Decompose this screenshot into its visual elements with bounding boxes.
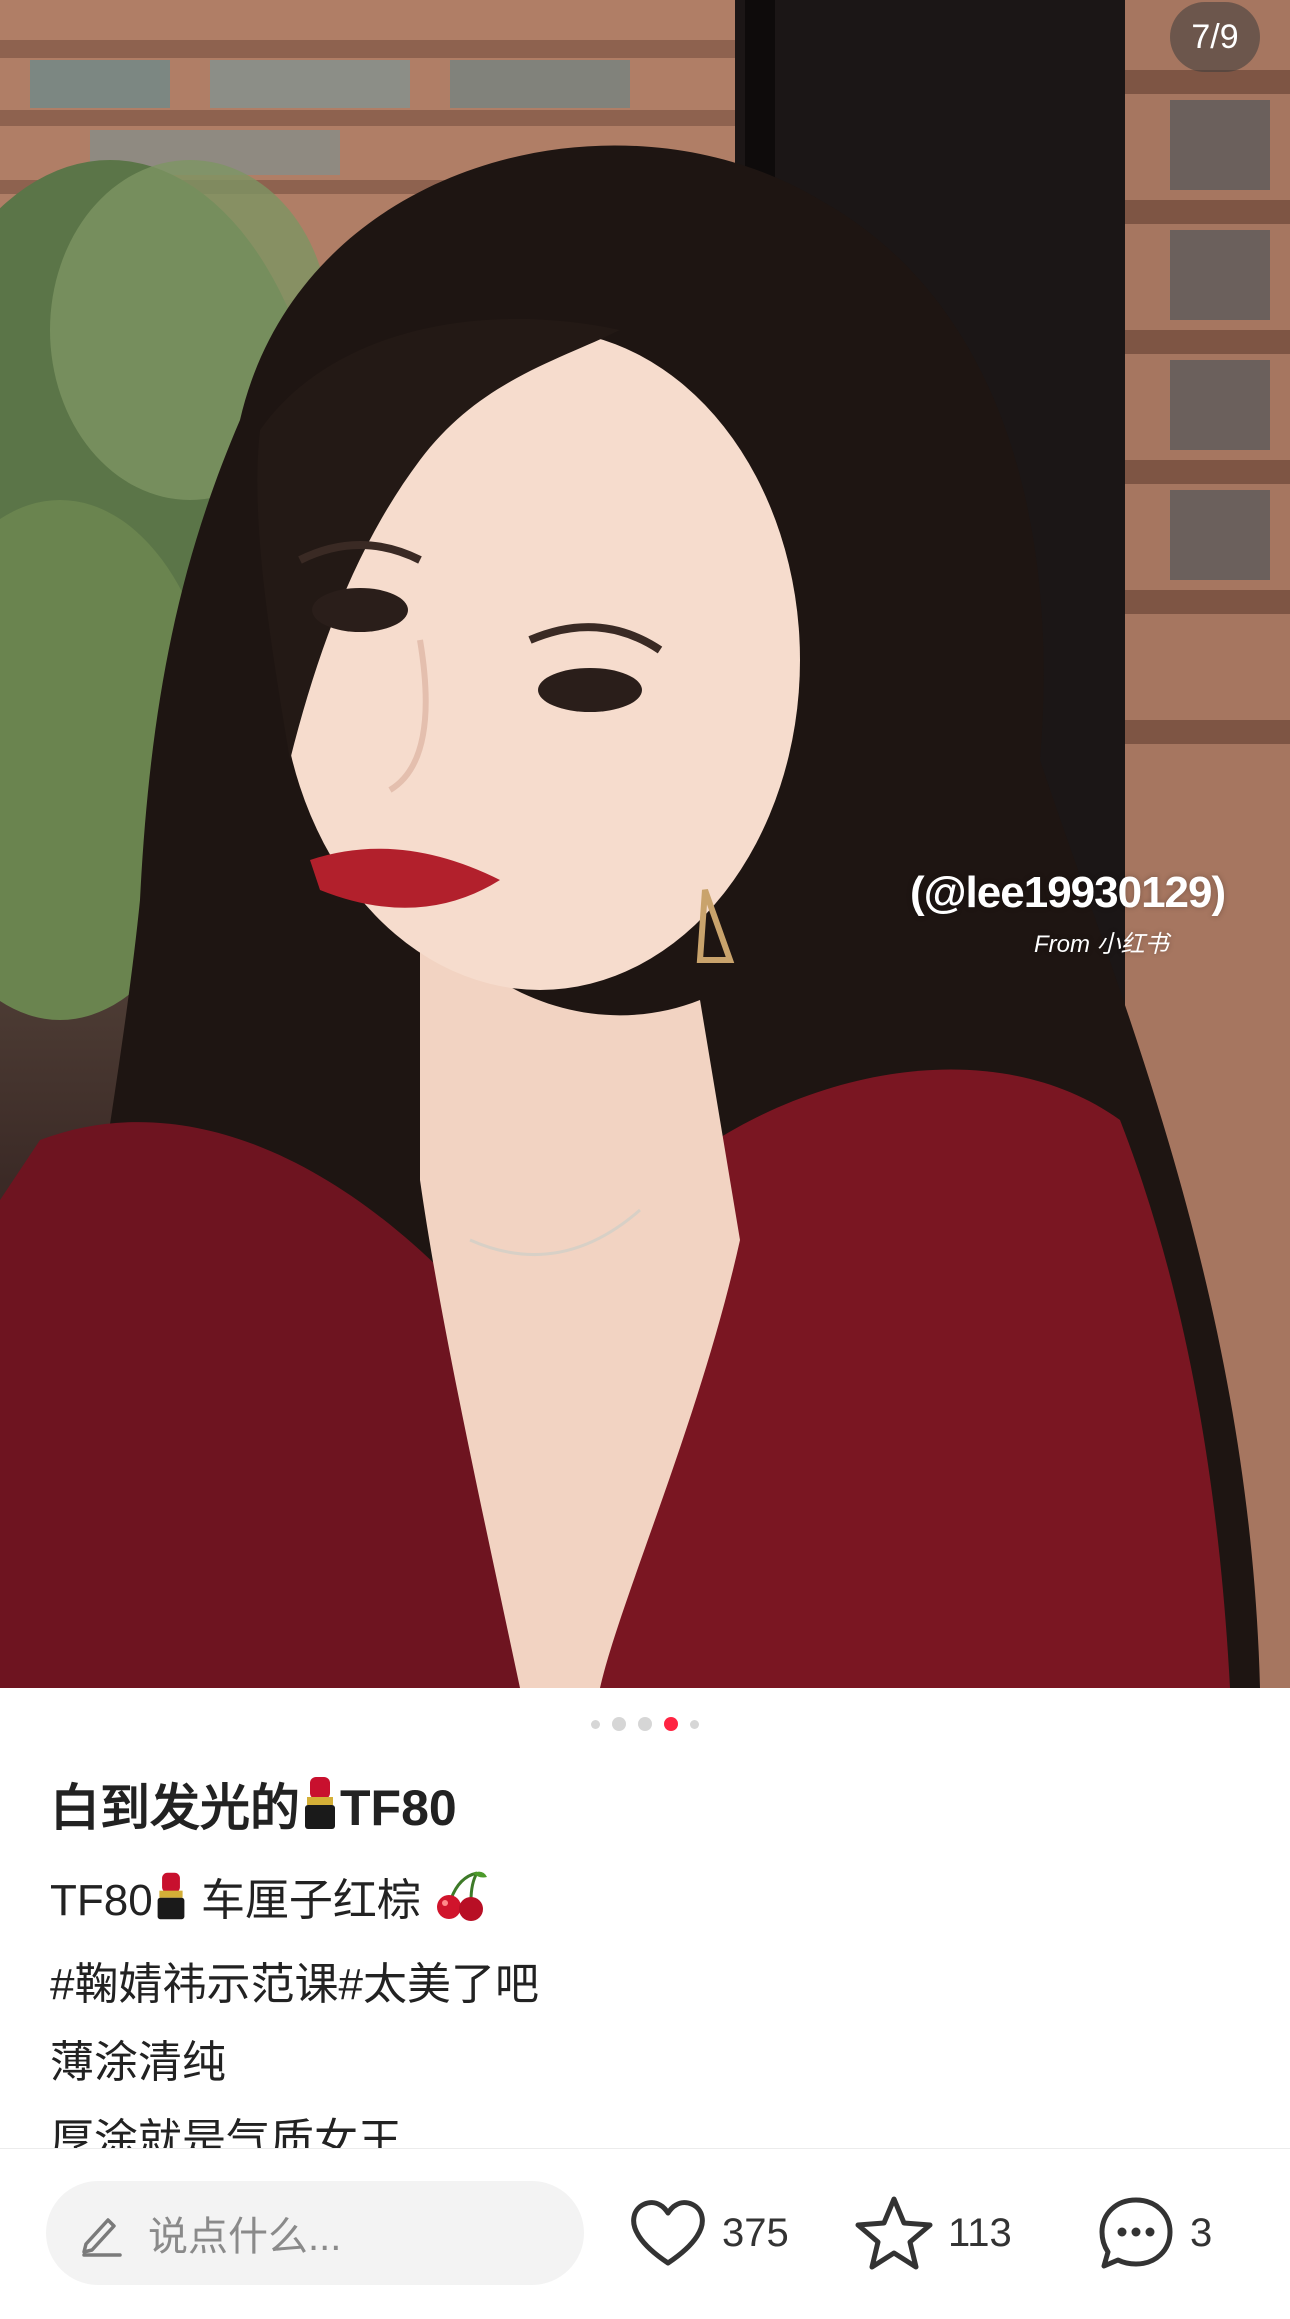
post-body-text: 车厘子红棕 xyxy=(200,1876,421,1925)
carousel-dot-active xyxy=(664,1717,678,1731)
watermark-handle: (@lee19930129) xyxy=(910,868,1226,917)
post-body: TF80 车厘子红棕 #鞠婧祎示范课#太美了吧 薄涂清纯 厚涂就是气质女王 xyxy=(50,1862,1240,2180)
image-watermark: (@lee19930129) From 小红书 xyxy=(910,868,1226,959)
star-icon xyxy=(855,2196,933,2270)
comment-bubble-icon xyxy=(1099,2197,1173,2269)
post-body-line: 薄涂清纯 xyxy=(50,2038,226,2087)
post-title-suffix: TF80 xyxy=(340,1780,457,1836)
comment-placeholder: 说点什么... xyxy=(148,2215,342,2259)
post-image[interactable]: 7/9 (@lee19930129) From 小红书 xyxy=(0,0,1290,1688)
post-title-text: 白到发光的 xyxy=(50,1780,300,1836)
pen-icon xyxy=(82,2218,122,2257)
heart-icon xyxy=(631,2200,705,2266)
watermark-source: From 小红书 xyxy=(1034,931,1169,958)
lipstick-emoji xyxy=(153,1868,189,1946)
carousel-dot xyxy=(638,1717,652,1731)
carousel-indicator xyxy=(0,1714,1290,1734)
post-hashtag-line[interactable]: #鞠婧祎示范课#太美了吧 xyxy=(50,1946,1240,2024)
like-count: 375 xyxy=(722,2210,789,2255)
collect-button[interactable]: 113 xyxy=(854,2181,1012,2285)
carousel-dot xyxy=(612,1717,626,1731)
collect-count: 113 xyxy=(948,2210,1012,2255)
lipstick-emoji xyxy=(300,1775,340,1843)
post-body-line: TF80 车厘子红棕 xyxy=(50,1862,1240,1946)
cherry-emoji xyxy=(433,1868,489,1946)
carousel-dot xyxy=(591,1719,600,1729)
bottom-action-bar: 说点什么... 375 113 3 xyxy=(0,2148,1290,2319)
image-page-counter: 7/9 xyxy=(1170,2,1260,72)
comment-input[interactable]: 说点什么... xyxy=(46,2181,584,2285)
post-body-text: TF80 xyxy=(50,1876,153,1925)
comment-button[interactable]: 3 xyxy=(1096,2181,1212,2285)
photo-illustration xyxy=(0,0,1290,1688)
post-title: 白到发光的 TF80 xyxy=(50,1768,457,1843)
like-button[interactable]: 375 xyxy=(628,2181,789,2285)
comment-count: 3 xyxy=(1190,2210,1213,2255)
carousel-dot xyxy=(690,1719,699,1729)
